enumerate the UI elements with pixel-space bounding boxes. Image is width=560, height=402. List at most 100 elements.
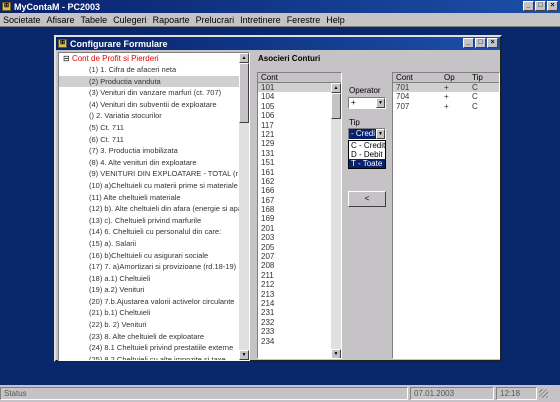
dialog-maximize-button[interactable]: □ <box>475 38 486 48</box>
account-row[interactable]: 117 <box>258 121 331 130</box>
account-row[interactable]: 168 <box>258 205 331 214</box>
operator-select[interactable]: + ▼ <box>348 97 386 109</box>
account-row[interactable]: 201 <box>258 224 331 233</box>
account-row[interactable]: 214 <box>258 299 331 308</box>
account-row[interactable]: 105 <box>258 102 331 111</box>
scroll-down-icon[interactable]: ▼ <box>331 349 341 358</box>
tree-item[interactable]: (22) b. 2) Venituri <box>59 319 249 331</box>
account-row[interactable]: 162 <box>258 177 331 186</box>
menu-culegeri[interactable]: Culegeri <box>110 15 150 25</box>
scroll-up-icon[interactable]: ▲ <box>239 53 249 63</box>
account-row[interactable]: 121 <box>258 130 331 139</box>
col-op[interactable]: Op <box>444 73 472 82</box>
tree-item[interactable]: (20) 7.b.Ajustarea valorii activelor cir… <box>59 296 249 308</box>
tip-option[interactable]: C - Credit <box>349 141 385 150</box>
tree-item[interactable]: (23) 8. Alte cheltuieli de exploatare <box>59 331 249 343</box>
col-cont[interactable]: Cont <box>396 73 444 82</box>
account-row[interactable]: 161 <box>258 168 331 177</box>
account-row[interactable]: 167 <box>258 196 331 205</box>
account-row[interactable]: 233 <box>258 327 331 336</box>
move-left-button[interactable]: < <box>348 191 386 207</box>
chevron-down-icon[interactable]: ▼ <box>376 98 385 108</box>
tree-item[interactable]: (25) 8.2 Cheltuieli cu alte impozite si … <box>59 354 249 360</box>
resize-grip-icon[interactable] <box>539 389 548 398</box>
close-button[interactable]: × <box>547 1 558 11</box>
account-row[interactable]: 207 <box>258 252 331 261</box>
account-row[interactable]: 205 <box>258 243 331 252</box>
account-row[interactable]: 101 <box>258 83 331 93</box>
account-row[interactable]: 104 <box>258 92 331 101</box>
accounts-list[interactable]: Cont 101 104 105 106 117 121 129 131 151 161 162 16… <box>257 72 342 359</box>
tree-item[interactable]: (19) a.2) Venituri <box>59 284 249 296</box>
association-row[interactable]: 701 + C <box>393 83 499 93</box>
account-row[interactable]: 106 <box>258 111 331 120</box>
account-row[interactable]: 166 <box>258 186 331 195</box>
account-row[interactable]: 169 <box>258 214 331 223</box>
tree-root[interactable]: ⊟ Cont de Profit si Pierderi <box>59 53 249 64</box>
formular-tree[interactable]: ⊟ Cont de Profit si Pierderi (1) 1. Cifr… <box>58 52 250 361</box>
tree-item[interactable]: (24) 8.1 Cheltuieli privind prestatiile … <box>59 342 249 354</box>
menu-ferestre[interactable]: Ferestre <box>284 15 324 25</box>
association-row[interactable]: 707 + C <box>393 102 499 111</box>
tree-item[interactable]: (15) a). Salarii <box>59 238 249 250</box>
tree-item[interactable]: (16) b)Cheltuieli cu asigurari sociale <box>59 250 249 262</box>
tree-item[interactable]: (18) a.1) Cheltuieli <box>59 273 249 285</box>
scroll-down-icon[interactable]: ▼ <box>239 350 249 360</box>
tree-item[interactable]: (5) Ct. 711 <box>59 122 249 134</box>
tree-scrollbar[interactable]: ▲ ▼ <box>239 53 249 360</box>
account-row[interactable]: 212 <box>258 280 331 289</box>
collapse-icon[interactable]: ⊟ <box>63 54 70 63</box>
chevron-down-icon[interactable]: ▼ <box>376 129 385 139</box>
tree-item[interactable]: (1) 1. Cifra de afaceri neta <box>59 64 249 76</box>
tip-dropdown: C - Credit D - Debit T - Toate <box>348 140 386 169</box>
account-row[interactable]: 129 <box>258 139 331 148</box>
menu-rapoarte[interactable]: Rapoarte <box>150 15 193 25</box>
tip-select[interactable]: - Credi ▼ <box>348 128 386 140</box>
scroll-up-icon[interactable]: ▲ <box>331 83 341 93</box>
tree-item[interactable]: (3) Venituri din vanzare marfuri (ct. 70… <box>59 87 249 99</box>
tree-item[interactable]: (6) Ct. 711 <box>59 134 249 146</box>
account-row[interactable]: 131 <box>258 149 331 158</box>
scroll-thumb[interactable] <box>331 93 341 119</box>
tree-item[interactable]: (13) c). Cheltuieli privind marfurile <box>59 215 249 227</box>
tree-item[interactable]: (11) Alte cheltuieli materiale <box>59 192 249 204</box>
dialog-minimize-button[interactable]: _ <box>463 38 474 48</box>
tree-item[interactable]: (17) 7. a)Amortizari si provizioane (rd.… <box>59 261 249 273</box>
account-row[interactable]: 231 <box>258 308 331 317</box>
menu-societate[interactable]: Societate <box>0 15 44 25</box>
accounts-header[interactable]: Cont <box>258 73 341 83</box>
maximize-button[interactable]: □ <box>535 1 546 11</box>
accounts-scrollbar[interactable]: ▲ ▼ <box>331 83 341 358</box>
account-row[interactable]: 203 <box>258 233 331 242</box>
tree-item[interactable]: (7) 3. Productia imobilizata <box>59 145 249 157</box>
menu-tabele[interactable]: Tabele <box>78 15 111 25</box>
account-row[interactable]: 213 <box>258 290 331 299</box>
tree-item[interactable]: (2) Productia vanduta <box>59 75 249 88</box>
association-row[interactable]: 704 + C <box>393 92 499 101</box>
tree-item[interactable]: (12) b). Alte cheltuieli din afara (ener… <box>59 203 249 215</box>
minimize-button[interactable]: _ <box>523 1 534 11</box>
scroll-thumb[interactable] <box>239 63 249 123</box>
menu-intretinere[interactable]: Intretinere <box>237 15 284 25</box>
tip-option[interactable]: T - Toate <box>349 159 385 168</box>
tree-item[interactable]: () 2. Variatia stocurilor <box>59 110 249 122</box>
associations-list[interactable]: Cont Op Tip 701 + C 704 + C 707 + C <box>392 72 500 359</box>
dialog-close-button[interactable]: × <box>487 38 498 48</box>
tree-item[interactable]: (14) 6. Cheltuieli cu personalul din car… <box>59 226 249 238</box>
menu-afisare[interactable]: Afisare <box>44 15 78 25</box>
tree-item[interactable]: (8) 4. Alte venituri din exploatare <box>59 157 249 169</box>
tree-item[interactable]: (21) b.1) Cheltuieli <box>59 307 249 319</box>
associations-header[interactable]: Cont Op Tip <box>393 73 499 83</box>
tree-item[interactable]: (10) a)Cheltuieli cu materii prime si ma… <box>59 180 249 192</box>
menu-prelucrari[interactable]: Prelucrari <box>193 15 238 25</box>
tip-option[interactable]: D - Debit <box>349 150 385 159</box>
tree-item[interactable]: (4) Venituri din subventii de exploatare <box>59 99 249 111</box>
tree-item[interactable]: (9) VENITURI DIN EXPLOATARE - TOTAL (r <box>59 168 249 180</box>
account-row[interactable]: 234 <box>258 337 331 346</box>
menu-help[interactable]: Help <box>323 15 348 25</box>
account-row[interactable]: 211 <box>258 271 331 280</box>
col-tip[interactable]: Tip <box>472 73 497 82</box>
account-row[interactable]: 232 <box>258 318 331 327</box>
account-row[interactable]: 208 <box>258 261 331 270</box>
account-row[interactable]: 151 <box>258 158 331 167</box>
